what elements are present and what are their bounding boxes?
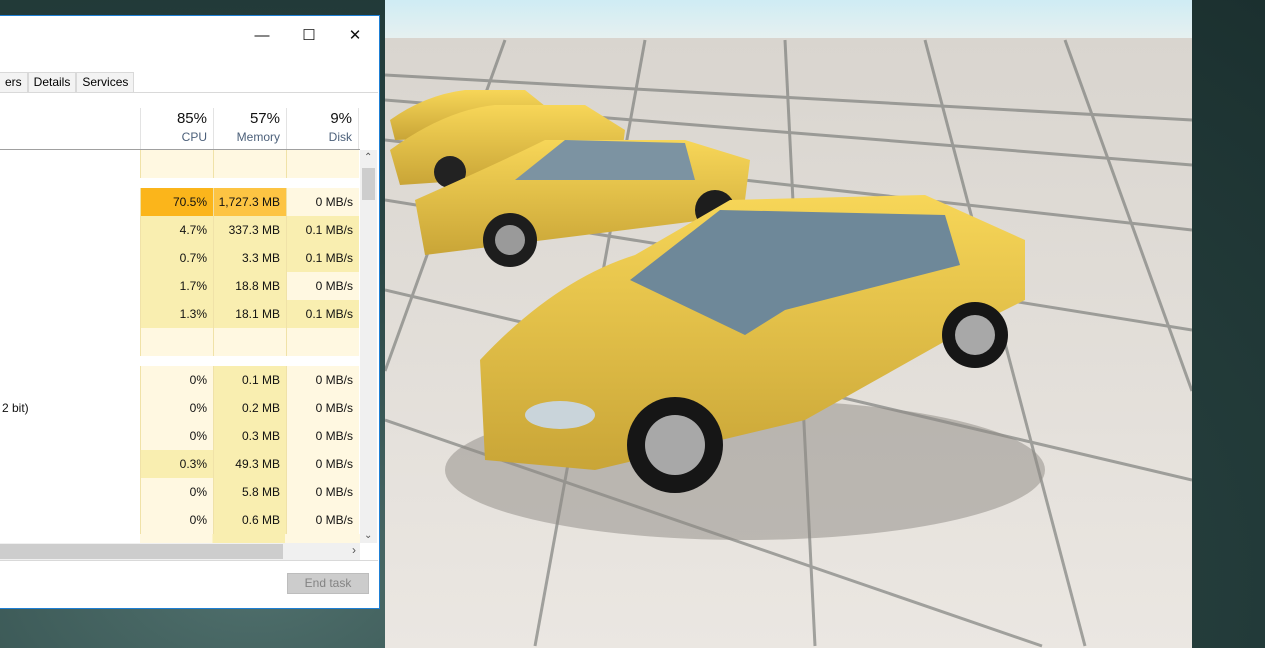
disk-cell: 0 MB/s xyxy=(286,394,359,422)
hscroll-thumb[interactable] xyxy=(0,544,283,559)
memory-cell: 5.8 MB xyxy=(213,478,286,506)
disk-total: 9% xyxy=(330,110,352,127)
cpu-cell: 70.5% xyxy=(140,188,213,216)
process-row[interactable]: 0% 0.1 MB 0 MB/s xyxy=(0,366,360,394)
minimize-button[interactable]: — xyxy=(239,20,285,50)
scroll-up-icon[interactable]: ⌃ xyxy=(364,152,372,163)
memory-cell: 0.2 MB xyxy=(213,394,286,422)
disk-cell: 0 MB/s xyxy=(286,506,359,534)
3d-car-scene xyxy=(385,0,1192,648)
cpu-cell xyxy=(140,150,213,178)
process-row[interactable]: 0% 0.6 MB 0 MB/s xyxy=(0,506,360,534)
memory-cell: 18.8 MB xyxy=(213,272,286,300)
scroll-right-icon[interactable]: › xyxy=(352,543,356,557)
cpu-cell: 4.7% xyxy=(140,216,213,244)
cpu-label: CPU xyxy=(181,130,207,144)
process-name: 2 bit) xyxy=(2,401,29,415)
disk-cell: 0 MB/s xyxy=(286,422,359,450)
footer-divider xyxy=(0,560,378,561)
tab-users[interactable]: ers xyxy=(0,72,28,92)
cpu-cell: 0% xyxy=(140,506,213,534)
column-fill xyxy=(140,534,360,543)
tab-services[interactable]: Services xyxy=(76,72,135,92)
memory-cell: 49.3 MB xyxy=(213,450,286,478)
disk-cell: 0 MB/s xyxy=(286,366,359,394)
process-row[interactable]: 0% 0.3 MB 0 MB/s xyxy=(0,422,360,450)
end-task-button[interactable]: End task xyxy=(287,573,369,594)
disk-cell: 0 MB/s xyxy=(286,478,359,506)
disk-cell xyxy=(286,150,359,178)
memory-cell: 1,727.3 MB xyxy=(213,188,286,216)
cpu-cell: 1.7% xyxy=(140,272,213,300)
scroll-down-icon[interactable]: ⌄ xyxy=(364,530,372,541)
process-list: 70.5% 1,727.3 MB 0 MB/s 4.7% 337.3 MB 0.… xyxy=(0,150,360,543)
disk-column-header[interactable]: 9% Disk xyxy=(286,108,359,149)
cpu-cell: 0% xyxy=(140,478,213,506)
memory-cell: 18.1 MB xyxy=(213,300,286,328)
disk-cell: 0.1 MB/s xyxy=(286,216,359,244)
process-row[interactable]: 4.7% 337.3 MB 0.1 MB/s xyxy=(0,216,360,244)
process-row[interactable]: 2 bit) 0% 0.2 MB 0 MB/s xyxy=(0,394,360,422)
scroll-thumb[interactable] xyxy=(362,168,375,200)
process-row[interactable]: 1.3% 18.1 MB 0.1 MB/s xyxy=(0,300,360,328)
disk-cell xyxy=(286,328,359,356)
task-manager-window: — ☐ ✕ ers Details Services 85% CPU 57% Mem… xyxy=(0,15,380,609)
maximize-button[interactable]: ☐ xyxy=(286,20,332,50)
cpu-cell: 0% xyxy=(140,366,213,394)
cpu-cell: 0.7% xyxy=(140,244,213,272)
memory-label: Memory xyxy=(236,130,280,144)
process-row[interactable]: 1.7% 18.8 MB 0 MB/s xyxy=(0,272,360,300)
memory-cell: 3.3 MB xyxy=(213,244,286,272)
cpu-cell: 0% xyxy=(140,394,213,422)
disk-cell: 0 MB/s xyxy=(286,272,359,300)
process-row[interactable] xyxy=(0,328,360,356)
cpu-column-header[interactable]: 85% CPU xyxy=(140,108,213,149)
disk-cell: 0 MB/s xyxy=(286,188,359,216)
memory-cell: 0.6 MB xyxy=(213,506,286,534)
disk-cell: 0.1 MB/s xyxy=(286,300,359,328)
tab-divider xyxy=(0,92,378,93)
process-row[interactable]: 0.3% 49.3 MB 0 MB/s xyxy=(0,450,360,478)
memory-total: 57% xyxy=(249,110,280,127)
cpu-total: 85% xyxy=(176,110,207,127)
disk-label: Disk xyxy=(328,130,352,144)
memory-cell xyxy=(213,150,286,178)
memory-cell: 0.1 MB xyxy=(213,366,286,394)
process-row[interactable]: 70.5% 1,727.3 MB 0 MB/s xyxy=(0,188,360,216)
close-button[interactable]: ✕ xyxy=(332,20,378,50)
cpu-cell xyxy=(140,328,213,356)
process-row[interactable] xyxy=(0,150,360,178)
horizontal-scrollbar[interactable]: › xyxy=(0,543,360,560)
vertical-scrollbar[interactable]: ⌃ ⌄ xyxy=(360,150,377,543)
cpu-cell: 1.3% xyxy=(140,300,213,328)
memory-cell xyxy=(213,328,286,356)
memory-cell: 0.3 MB xyxy=(213,422,286,450)
memory-cell: 337.3 MB xyxy=(213,216,286,244)
process-row[interactable]: 0% 5.8 MB 0 MB/s xyxy=(0,478,360,506)
process-row[interactable]: 0.7% 3.3 MB 0.1 MB/s xyxy=(0,244,360,272)
memory-column-header[interactable]: 57% Memory xyxy=(213,108,286,149)
cpu-cell: 0% xyxy=(140,422,213,450)
disk-cell: 0.1 MB/s xyxy=(286,244,359,272)
disk-cell: 0 MB/s xyxy=(286,450,359,478)
tab-details[interactable]: Details xyxy=(27,72,77,92)
cpu-cell: 0.3% xyxy=(140,450,213,478)
